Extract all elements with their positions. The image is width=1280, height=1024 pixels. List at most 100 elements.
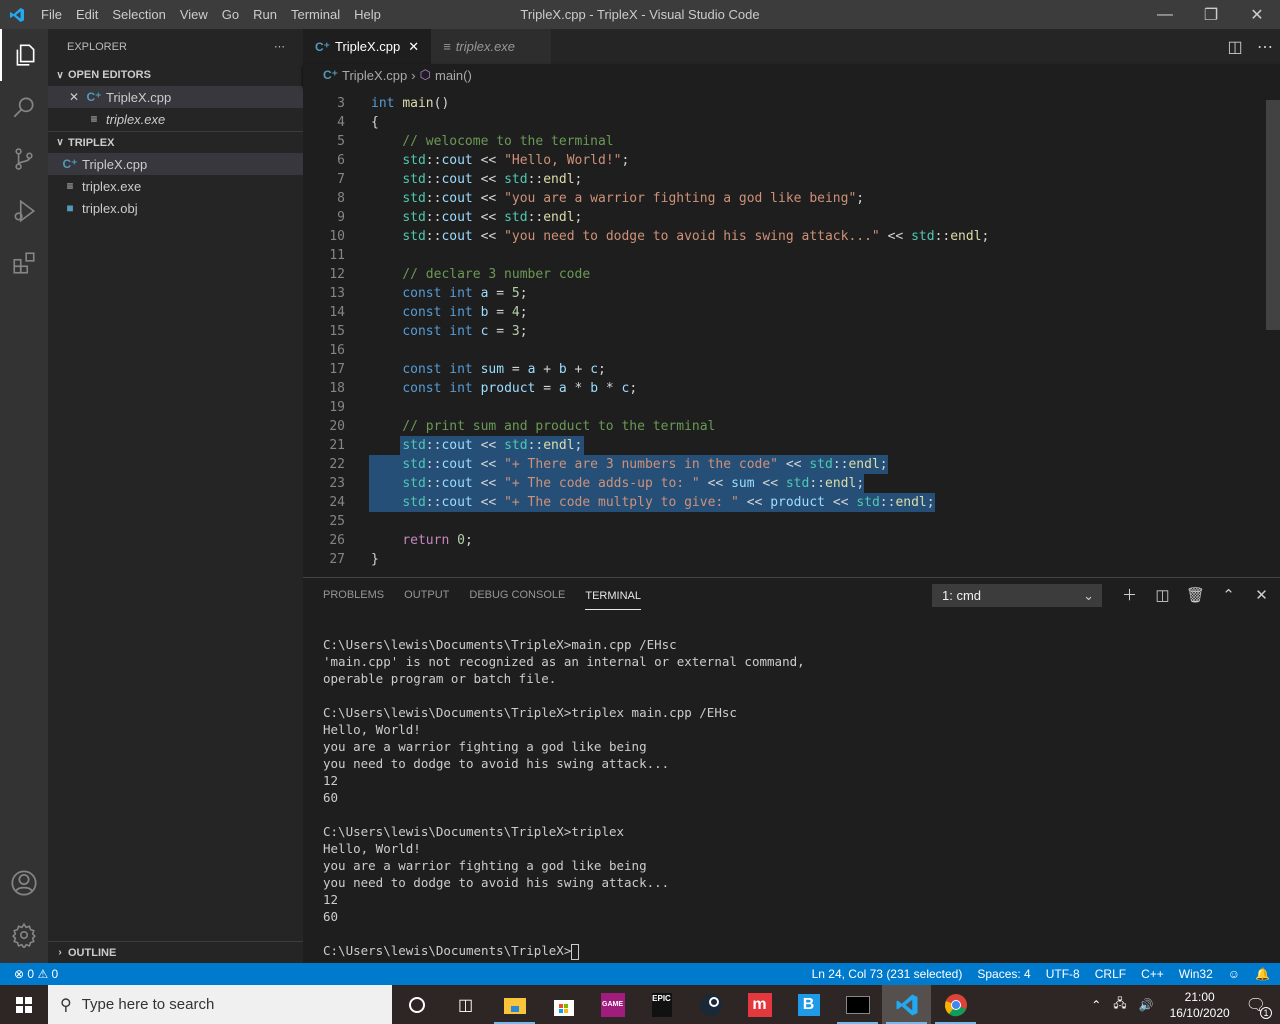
code-line[interactable]: 5 // welocome to the terminal — [303, 132, 1163, 151]
menu-file[interactable]: File — [34, 0, 69, 29]
extensions-icon[interactable] — [0, 237, 48, 289]
show-hidden-icons-icon[interactable]: ⌃ — [1091, 998, 1101, 1012]
code-line[interactable]: 27} — [303, 550, 1163, 569]
close-window-button[interactable]: ✕ — [1234, 0, 1280, 29]
tab-debug-console[interactable]: DEBUG CONSOLE — [469, 578, 565, 613]
search-icon[interactable] — [0, 81, 48, 133]
code-line[interactable]: 10 std::cout << "you need to dodge to av… — [303, 227, 1163, 246]
trash-icon[interactable]: 🗑 — [1179, 584, 1212, 607]
file-explorer-icon[interactable] — [490, 985, 539, 1024]
mega-app-icon[interactable]: m — [735, 985, 784, 1024]
split-editor-icon[interactable]: ◫ — [1220, 37, 1250, 57]
command-prompt-icon[interactable] — [833, 985, 882, 1024]
code-line[interactable]: 18 const int product = a * b * c; — [303, 379, 1163, 398]
feedback-icon[interactable]: ☺ — [1228, 967, 1240, 981]
code-line[interactable]: 24 std::cout << "+ The code multply to g… — [303, 493, 1163, 512]
file-item[interactable]: ■ triplex.obj — [48, 197, 303, 219]
open-editors-section[interactable]: ∨ OPEN EDITORS — [48, 64, 303, 86]
terminal-output[interactable]: C:\Users\lewis\Documents\TripleX>main.cp… — [323, 636, 805, 960]
menu-view[interactable]: View — [173, 0, 215, 29]
code-line[interactable]: 6 std::cout << "Hello, World!"; — [303, 151, 1163, 170]
code-line[interactable]: 12 // declare 3 number code — [303, 265, 1163, 284]
code-line[interactable]: 20 // print sum and product to the termi… — [303, 417, 1163, 436]
folder-section[interactable]: ∨ TRIPLEX — [48, 131, 303, 153]
platform-config[interactable]: Win32 — [1179, 967, 1213, 981]
open-editor-item[interactable]: ≡ triplex.exe — [48, 108, 303, 130]
menu-run[interactable]: Run — [246, 0, 284, 29]
tab-output[interactable]: OUTPUT — [404, 578, 449, 613]
terminal-select[interactable]: 1: cmd ⌄ — [932, 584, 1102, 607]
settings-gear-icon[interactable] — [0, 909, 48, 961]
menu-help[interactable]: Help — [347, 0, 388, 29]
code-line[interactable]: 26 return 0; — [303, 531, 1163, 550]
new-terminal-icon[interactable]: ＋ — [1113, 584, 1146, 607]
code-line[interactable]: 3 int main() — [303, 94, 1163, 113]
volume-icon[interactable]: 🔊 — [1139, 998, 1154, 1012]
menu-edit[interactable]: Edit — [69, 0, 105, 29]
microsoft-store-icon[interactable] — [539, 985, 588, 1024]
source-control-icon[interactable] — [0, 133, 48, 185]
close-tab-icon[interactable]: ✕ — [408, 39, 419, 55]
code-line[interactable]: 13 const int a = 5; — [303, 284, 1163, 303]
open-editor-item[interactable]: ✕ C⁺ TripleX.cpp — [48, 86, 303, 108]
tab-terminal[interactable]: TERMINAL — [585, 580, 641, 610]
code-line[interactable]: 11 — [303, 246, 1163, 265]
editor-scrollbar[interactable] — [1266, 100, 1280, 330]
minimize-button[interactable]: — — [1142, 0, 1188, 29]
breadcrumb-file[interactable]: TripleX.cpp — [342, 68, 407, 83]
windows-start-icon[interactable] — [0, 985, 48, 1024]
explorer-icon[interactable] — [0, 29, 48, 81]
code-line[interactable]: 4{ — [303, 113, 1163, 132]
indentation[interactable]: Spaces: 4 — [977, 967, 1030, 981]
network-icon[interactable]: 🖧 — [1113, 994, 1126, 1015]
blue-app-icon[interactable]: B — [784, 985, 833, 1024]
account-icon[interactable] — [0, 857, 48, 909]
breadcrumb-symbol[interactable]: main() — [435, 68, 472, 83]
problems-status[interactable]: ⊗ 0 ⚠ 0 — [14, 967, 58, 981]
restore-button[interactable]: ❐ — [1188, 0, 1234, 29]
code-line[interactable]: 15 const int c = 3; — [303, 322, 1163, 341]
code-line[interactable]: 7 std::cout << std::endl; — [303, 170, 1163, 189]
code-line[interactable]: 21 std::cout << std::endl; — [303, 436, 1163, 455]
menu-go[interactable]: Go — [215, 0, 246, 29]
minimap[interactable] — [1165, 86, 1265, 146]
code-line[interactable]: 22 std::cout << "+ There are 3 numbers i… — [303, 455, 1163, 474]
steam-icon[interactable] — [686, 985, 735, 1024]
tab-triplex-exe[interactable]: ≡ triplex.exe — [431, 29, 552, 64]
taskbar-search-box[interactable]: ⚲ Type here to search — [48, 985, 392, 1024]
vscode-taskbar-icon[interactable] — [882, 985, 931, 1024]
game-app-icon[interactable]: GAME — [588, 985, 637, 1024]
epic-games-icon[interactable]: EPIC — [637, 985, 686, 1024]
more-actions-icon[interactable]: ⋯ — [274, 40, 285, 53]
cortana-icon[interactable] — [392, 985, 441, 1024]
code-editor[interactable]: 3 int main() 4{5 // welocome to the termin… — [303, 86, 1280, 577]
code-line[interactable]: 16 — [303, 341, 1163, 360]
code-line[interactable]: 9 std::cout << std::endl; — [303, 208, 1163, 227]
more-actions-icon[interactable]: ⋯ — [1250, 37, 1280, 57]
code-line[interactable]: 25 — [303, 512, 1163, 531]
cursor-position[interactable]: Ln 24, Col 73 (231 selected) — [812, 967, 963, 981]
code-line[interactable]: 19 — [303, 398, 1163, 417]
encoding[interactable]: UTF-8 — [1046, 967, 1080, 981]
code-line[interactable]: 8 std::cout << "you are a warrior fighti… — [303, 189, 1163, 208]
code-line[interactable]: 23 std::cout << "+ The code adds-up to: … — [303, 474, 1163, 493]
run-debug-icon[interactable] — [0, 185, 48, 237]
bell-icon[interactable]: 🔔 — [1255, 967, 1270, 981]
split-terminal-icon[interactable]: ◫ — [1146, 584, 1179, 607]
outline-section[interactable]: › OUTLINE — [48, 941, 303, 963]
file-item[interactable]: ≡ triplex.exe — [48, 175, 303, 197]
clock[interactable]: 21:00 16/10/2020 — [1170, 989, 1230, 1021]
maximize-panel-icon[interactable]: ⌃ — [1212, 584, 1245, 607]
tab-triplex-cpp[interactable]: C⁺ TripleX.cpp ✕ — [303, 29, 432, 64]
close-panel-icon[interactable]: ✕ — [1245, 584, 1278, 607]
code-line[interactable]: 17 const int sum = a + b + c; — [303, 360, 1163, 379]
menu-terminal[interactable]: Terminal — [284, 0, 347, 29]
close-icon[interactable]: ✕ — [66, 90, 82, 104]
line-ending[interactable]: CRLF — [1095, 967, 1126, 981]
notifications-icon[interactable]: 🗨 1 — [1246, 995, 1272, 1019]
chrome-icon[interactable] — [931, 985, 980, 1024]
code-line[interactable]: 14 const int b = 4; — [303, 303, 1163, 322]
menu-selection[interactable]: Selection — [105, 0, 172, 29]
file-item[interactable]: C⁺ TripleX.cpp — [48, 153, 303, 175]
language-mode[interactable]: C++ — [1141, 967, 1164, 981]
